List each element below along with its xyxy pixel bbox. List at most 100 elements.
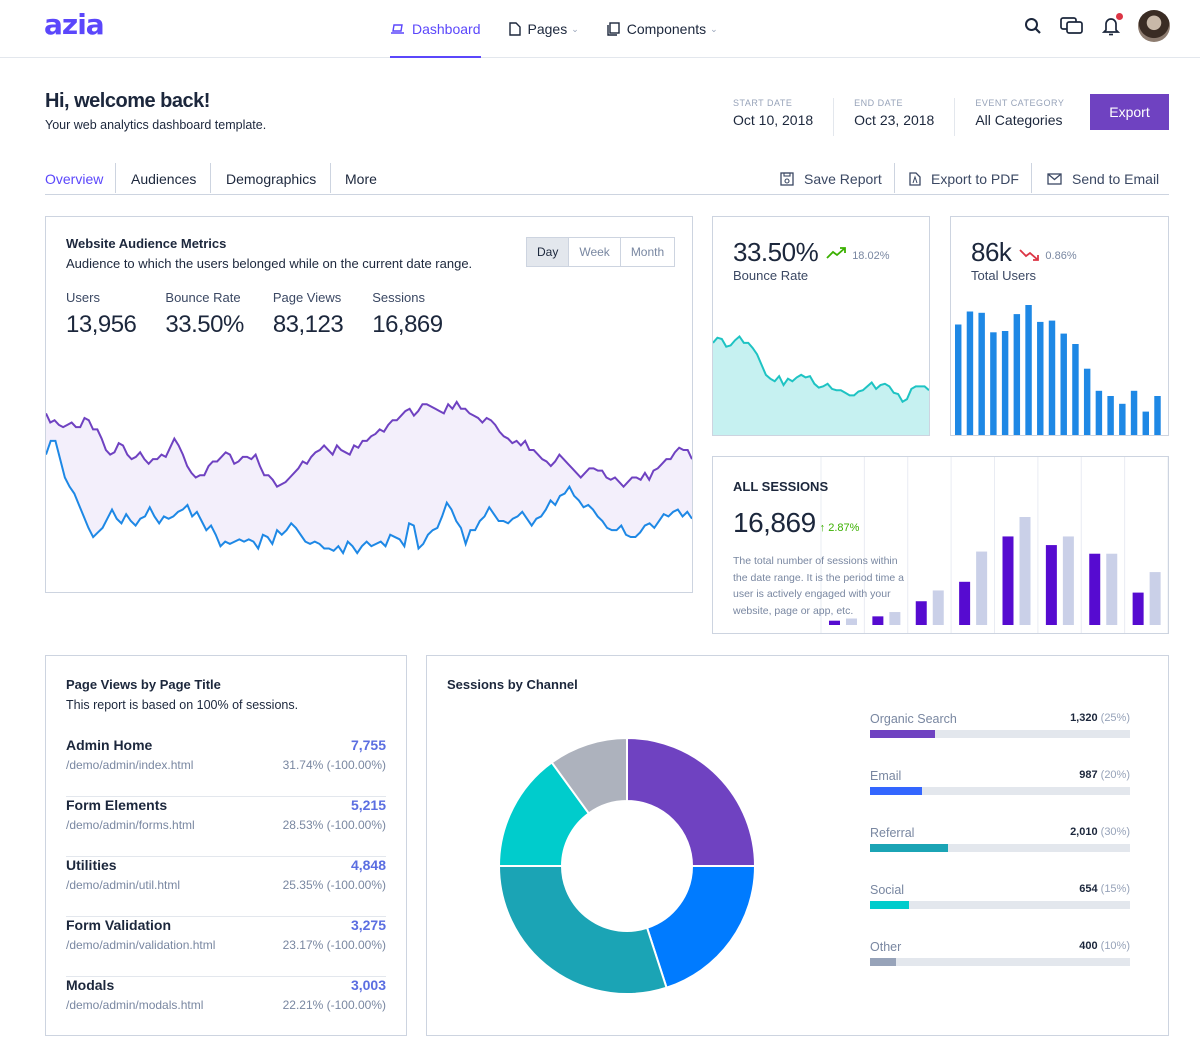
- users-bar: [990, 332, 997, 435]
- channel-value: 987 (20%): [1079, 769, 1130, 781]
- page-views-value: 3,003: [350, 977, 386, 993]
- page-row[interactable]: Form Validation /demo/admin/validation.h…: [66, 917, 386, 977]
- period-month-button[interactable]: Month: [619, 238, 675, 266]
- mail-icon: [1047, 173, 1062, 185]
- page-name: Admin Home: [66, 737, 153, 753]
- page-name: Utilities: [66, 857, 117, 873]
- page-path: /demo/admin/util.html: [66, 878, 181, 892]
- sessions-title: ALL SESSIONS: [733, 479, 829, 494]
- bounce-area-fill: [713, 336, 929, 435]
- channel-value: 1,320 (25%): [1070, 712, 1130, 724]
- total-users-value: 86k: [971, 237, 1012, 267]
- card-title: Page Views by Page Title: [66, 677, 221, 692]
- start-date-filter[interactable]: START DATE Oct 10, 2018: [733, 98, 835, 136]
- channel-count: 1,320: [1070, 712, 1098, 724]
- tab-bar: Overview Audiences Demographics More Sav…: [45, 163, 1169, 195]
- end-date-filter[interactable]: END DATE Oct 23, 2018: [854, 98, 956, 136]
- page-views-percent: 28.53% (-100.00%): [282, 818, 386, 832]
- metric-label: Sessions: [372, 290, 425, 305]
- sessions-bar-previous: [932, 590, 944, 625]
- page-subtitle: Your web analytics dashboard template.: [45, 118, 267, 132]
- metric-page-views: Page Views 83,123: [272, 290, 344, 339]
- tab-demographics[interactable]: Demographics: [226, 163, 316, 195]
- users-bar: [955, 324, 962, 435]
- users-bar: [1048, 320, 1056, 435]
- date-filters: START DATE Oct 10, 2018 END DATE Oct 23,…: [733, 98, 1104, 136]
- bounce-rate-value: 33.50%: [733, 237, 819, 267]
- export-button[interactable]: Export: [1090, 94, 1169, 130]
- channel-label: Referral: [870, 826, 915, 840]
- metric-label: Page Views: [272, 290, 342, 305]
- channel-progress-fill: [870, 730, 935, 738]
- page-row[interactable]: Form Elements /demo/admin/forms.html 5,2…: [66, 797, 386, 857]
- channel-progress-track: [870, 958, 1130, 966]
- messages-button[interactable]: [1060, 16, 1084, 36]
- logo[interactable]: azia: [44, 8, 105, 41]
- avatar[interactable]: [1138, 10, 1170, 42]
- channel-progress-fill: [870, 901, 909, 909]
- users-bar: [1130, 390, 1138, 435]
- channel-row: Other 400 (10%): [870, 940, 1130, 980]
- sessions-delta: ↑ 2.87%: [820, 522, 860, 534]
- event-category-filter[interactable]: EVENT CATEGORY All Categories: [975, 98, 1084, 136]
- metric-label: Users: [66, 290, 100, 305]
- sessions-bar-current: [915, 601, 927, 625]
- metric-label: Bounce Rate: [165, 290, 241, 305]
- action-divider: [894, 163, 895, 193]
- filter-label: END DATE: [854, 98, 904, 108]
- channel-percent: (20%): [1100, 769, 1130, 781]
- page-views-value: 4,848: [350, 857, 386, 873]
- tab-more[interactable]: More: [345, 163, 377, 195]
- sessions-bar-current: [1089, 553, 1101, 625]
- period-day-button[interactable]: Day: [527, 238, 569, 266]
- page-row[interactable]: Utilities /demo/admin/util.html 4,848 25…: [66, 857, 386, 917]
- users-bar: [1119, 403, 1126, 435]
- page-row[interactable]: Admin Home /demo/admin/index.html 7,755 …: [66, 737, 386, 797]
- channel-count: 987: [1079, 769, 1098, 781]
- all-sessions-card: ALL SESSIONS 16,869 ↑ 2.87% The total nu…: [712, 456, 1169, 634]
- page-row[interactable]: Modals /demo/admin/modals.html 3,003 22.…: [66, 977, 386, 1037]
- bounce-rate-card: 33.50% 18.02% Bounce Rate: [712, 216, 930, 436]
- page-views-card: Page Views by Page Title This report is …: [45, 655, 407, 1036]
- page-views-value: 7,755: [350, 737, 386, 753]
- sessions-bar-previous: [976, 551, 988, 625]
- search-button[interactable]: [1024, 17, 1042, 35]
- donut-slice-email: [645, 865, 757, 989]
- nav-item-label: Components: [626, 21, 707, 37]
- users-bar: [1095, 390, 1103, 435]
- channel-value: 400 (10%): [1079, 940, 1130, 952]
- period-toggle: Day Week Month: [526, 237, 676, 267]
- audience-metrics: Users 13,956 Bounce Rate 33.50% Page Vie…: [66, 290, 472, 339]
- users-bar: [978, 312, 985, 435]
- nav-item-pages[interactable]: Pages ⌄: [508, 0, 579, 58]
- notifications-button[interactable]: [1102, 13, 1123, 36]
- save-icon: [780, 172, 794, 186]
- tab-overview[interactable]: Overview: [45, 163, 103, 195]
- tab-divider: [210, 163, 211, 193]
- send-email-button[interactable]: Send to Email: [1047, 163, 1159, 195]
- export-pdf-button[interactable]: Export to PDF: [909, 163, 1019, 195]
- sessions-delta-value: 2.87%: [828, 522, 860, 534]
- period-week-button[interactable]: Week: [568, 238, 620, 266]
- nav-item-dashboard[interactable]: Dashboard: [390, 0, 481, 58]
- page-views-percent: 22.21% (-100.00%): [282, 998, 386, 1012]
- tab-audiences[interactable]: Audiences: [131, 163, 196, 195]
- metric-value: 16,869: [372, 311, 443, 338]
- channel-count: 654: [1079, 883, 1098, 895]
- users-bar: [966, 311, 974, 435]
- nav-item-components[interactable]: Components ⌄: [607, 0, 718, 58]
- users-bar: [1083, 368, 1091, 435]
- filter-value: Oct 10, 2018: [733, 112, 814, 128]
- action-label: Export to PDF: [931, 171, 1019, 187]
- save-report-button[interactable]: Save Report: [780, 163, 882, 195]
- channel-row: Social 654 (15%): [870, 883, 1130, 923]
- channel-row: Email 987 (20%): [870, 769, 1130, 809]
- top-icons: [1006, 10, 1170, 42]
- sessions-bar-previous: [1019, 517, 1031, 625]
- chevron-down-icon: ⌄: [710, 23, 718, 34]
- channel-row: Referral 2,010 (30%): [870, 826, 1130, 866]
- donut-slice-organic-search: [626, 736, 757, 867]
- channel-percent: (25%): [1100, 712, 1130, 724]
- sessions-bar-previous: [1062, 536, 1074, 625]
- filter-value: All Categories: [975, 112, 1063, 128]
